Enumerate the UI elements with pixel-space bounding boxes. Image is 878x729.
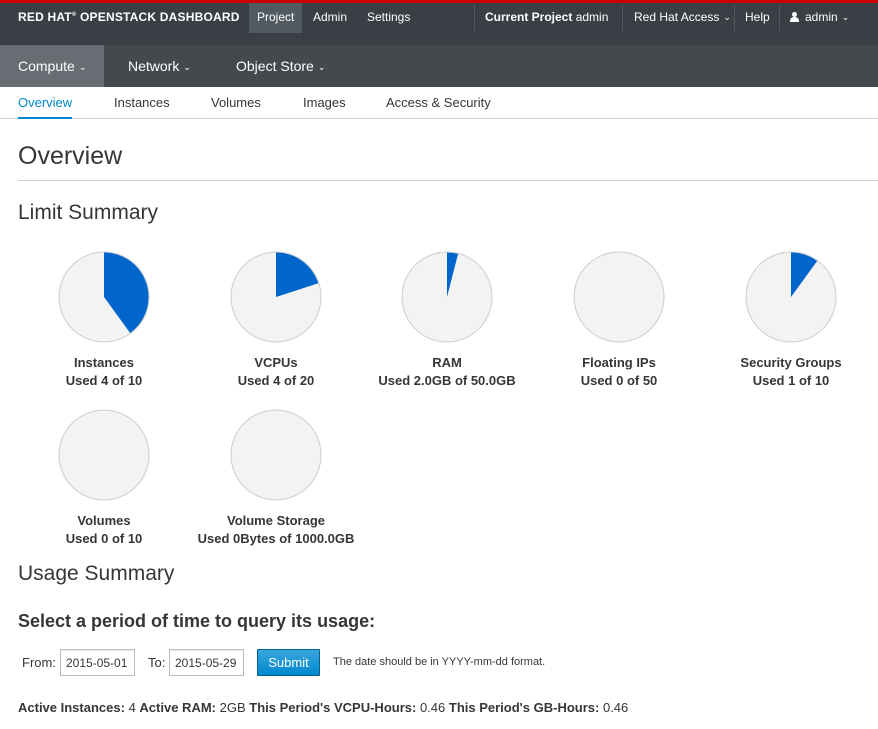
chevron-down-icon: ⌄ <box>841 12 850 22</box>
red-hat-access-menu[interactable]: Red Hat Access ⌄ <box>626 3 739 33</box>
nav-divider <box>734 5 735 31</box>
nav-object-store[interactable]: Object Store ⌄ <box>218 45 343 87</box>
tab-volumes[interactable]: Volumes <box>211 87 261 119</box>
user-icon <box>790 12 799 22</box>
pie-usage: Used 0 of 50 <box>580 373 658 388</box>
pie-label: Instances <box>74 355 134 370</box>
nav-network-label: Network <box>128 58 180 74</box>
pie-chart <box>745 251 837 343</box>
limit-pie-ram: RAM Used 2.0GB of 50.0GB <box>361 250 533 390</box>
pie-usage: Used 0Bytes of 1000.0GB <box>197 531 355 546</box>
submit-button[interactable]: Submit <box>257 649 320 676</box>
top-navbar: RED HAT® OPENSTACK DASHBOARD Project Adm… <box>0 0 878 45</box>
divider <box>18 180 878 181</box>
pie-chart <box>573 251 665 343</box>
pie-label: Security Groups <box>740 355 842 370</box>
pie-usage: Used 2.0GB of 50.0GB <box>378 373 516 388</box>
pie-background <box>573 251 665 343</box>
pie-label: Floating IPs <box>582 355 656 370</box>
brand-product: OPENSTACK DASHBOARD <box>80 10 240 24</box>
red-hat-access-label: Red Hat Access <box>634 10 720 24</box>
pie-chart <box>58 251 150 343</box>
pie-background <box>230 409 322 501</box>
stat-label: This Period's VCPU-Hours: <box>249 700 417 715</box>
current-project-selector[interactable]: Current Project admin <box>477 3 616 33</box>
user-menu[interactable]: admin ⌄ <box>782 3 857 33</box>
nav-divider <box>622 5 623 31</box>
stat-value: 2GB <box>219 700 246 715</box>
pie-chart <box>230 251 322 343</box>
pie-usage: Used 4 of 10 <box>65 373 143 388</box>
brand-logo[interactable]: RED HAT® OPENSTACK DASHBOARD <box>18 10 240 24</box>
limit-pie-floating-ips: Floating IPs Used 0 of 50 <box>533 250 705 390</box>
brand-name: RED HAT <box>18 10 72 24</box>
pie-usage: Used 1 of 10 <box>752 373 830 388</box>
topnav-project[interactable]: Project <box>249 3 303 33</box>
nav-divider <box>474 5 475 31</box>
from-date-input[interactable] <box>60 649 135 676</box>
from-label: From: <box>22 655 56 670</box>
tab-overview[interactable]: Overview <box>18 87 73 119</box>
pie-chart <box>401 251 493 343</box>
chevron-down-icon: ⌄ <box>723 12 731 22</box>
to-label: To: <box>148 655 166 670</box>
stat-label: Active Instances: <box>18 700 125 715</box>
chevron-down-icon: ⌄ <box>317 62 326 72</box>
pie-label: RAM <box>432 355 462 370</box>
page-title: Overview <box>18 142 123 170</box>
usage-stats: Active Instances: 4 Active RAM: 2GB This… <box>18 700 628 715</box>
pie-chart <box>58 409 150 501</box>
secondary-navbar: Compute ⌄ Network ⌄ Object Store ⌄ <box>0 45 878 87</box>
topnav-settings[interactable]: Settings <box>359 3 418 33</box>
limit-summary-title: Limit Summary <box>18 201 159 224</box>
stat-label: This Period's GB-Hours: <box>448 700 600 715</box>
nav-network[interactable]: Network ⌄ <box>110 45 209 87</box>
current-project-value: admin <box>575 10 609 24</box>
pie-label: Volumes <box>77 513 131 528</box>
limit-pie-volumes: Volumes Used 0 of 10 <box>18 408 190 548</box>
stat-label: Active RAM: <box>139 700 216 715</box>
nav-object-store-label: Object Store <box>236 58 314 74</box>
current-project-label: Current Project <box>485 10 573 24</box>
pie-chart <box>230 409 322 501</box>
tab-access-security[interactable]: Access & Security <box>386 87 491 119</box>
chevron-down-icon: ⌄ <box>78 62 87 72</box>
nav-compute-label: Compute <box>18 58 75 74</box>
nav-divider <box>779 5 780 31</box>
limit-pie-volume-storage: Volume Storage Used 0Bytes of 1000.0GB <box>190 408 362 548</box>
pie-usage: Used 0 of 10 <box>65 531 143 546</box>
date-format-hint: The date should be in YYYY-mm-dd format. <box>333 656 546 668</box>
pie-label: Volume Storage <box>226 513 325 528</box>
tab-bar: Overview Instances Volumes Images Access… <box>0 87 878 119</box>
limit-pie-security-groups: Security Groups Used 1 of 10 <box>705 250 877 390</box>
stat-value: 0.46 <box>419 700 446 715</box>
pie-label: VCPUs <box>254 355 298 370</box>
nav-compute[interactable]: Compute ⌄ <box>0 45 105 87</box>
user-name: admin <box>805 10 838 24</box>
limit-pie-instances: Instances Used 4 of 10 <box>18 250 190 390</box>
tab-instances[interactable]: Instances <box>114 87 170 119</box>
topnav-admin[interactable]: Admin <box>305 3 355 33</box>
brand-mark: ® <box>71 12 77 18</box>
chevron-down-icon: ⌄ <box>183 62 191 72</box>
stat-value: 4 <box>128 700 136 715</box>
pie-usage: Used 4 of 20 <box>237 373 315 388</box>
pie-background <box>58 409 150 501</box>
to-date-input[interactable] <box>169 649 244 676</box>
stat-value: 0.46 <box>602 700 629 715</box>
tab-images[interactable]: Images <box>303 87 346 119</box>
limit-pie-vcpus: VCPUs Used 4 of 20 <box>190 250 362 390</box>
help-link[interactable]: Help <box>737 3 778 33</box>
query-heading: Select a period of time to query its usa… <box>18 611 376 631</box>
usage-summary-title: Usage Summary <box>18 562 175 585</box>
